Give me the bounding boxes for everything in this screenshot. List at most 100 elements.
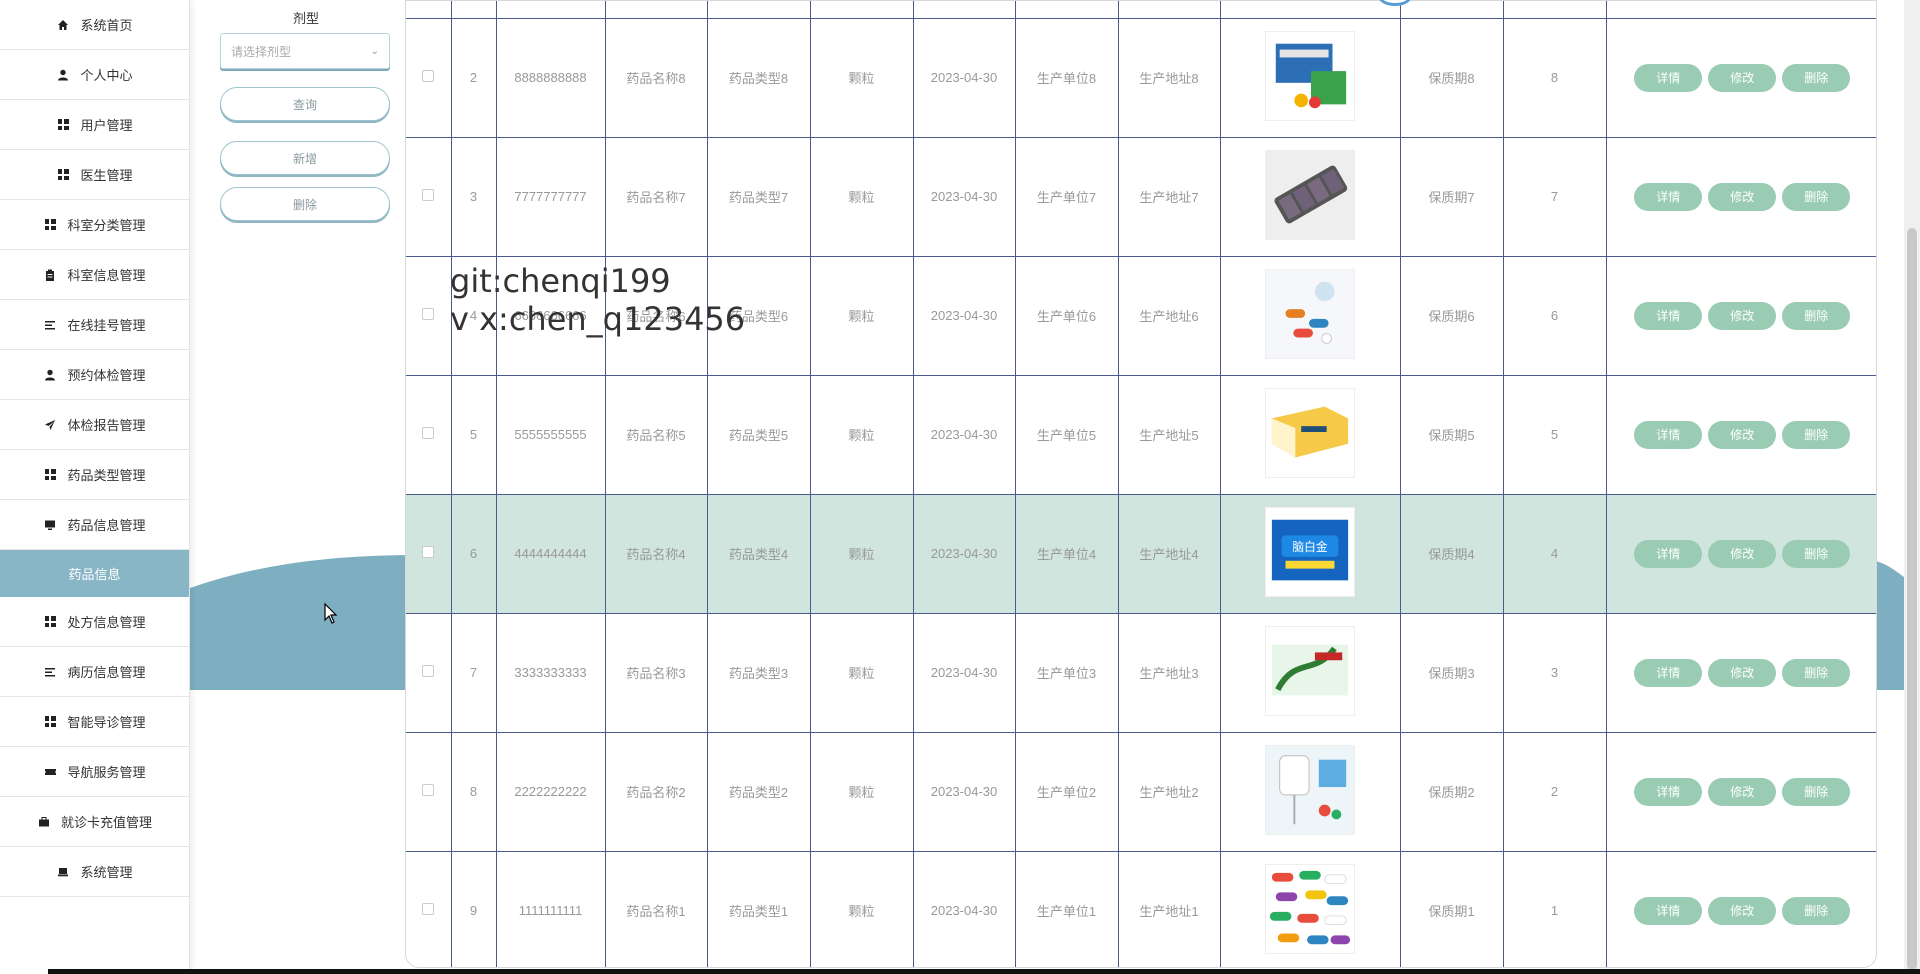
sidebar-item-label: 系统管理 [80,865,133,880]
sidebar-item-14[interactable]: 智能导诊管理 [0,697,189,747]
cell-type: 药品类型1 [707,851,811,967]
edit-button[interactable]: 修改 [1708,539,1777,568]
delete-button[interactable]: 删除 [1782,182,1851,211]
sidebar-item-6[interactable]: 在线挂号管理 [0,300,189,350]
sidebar-item-10[interactable]: 药品信息管理 [0,500,189,550]
row-checkbox[interactable] [422,546,435,558]
cell-date: 2023-04-30 [913,851,1016,967]
cell-operations: 详情 修改 删除 [1606,137,1876,257]
table-row: 7 3333333333 药品名称3 药品类型3 颗粒 2023-04-30 生产单位3 生产… [406,613,1876,733]
sidebar-item-label: 病历信息管理 [67,665,146,680]
row-checkbox[interactable] [422,308,435,320]
send-icon [43,418,57,432]
dosage-form-select[interactable]: 请选择剂型 ⌄ [220,33,390,69]
medicine-table: 2 8888888888 药品名称8 药品类型8 颗粒 2023-04-30 生产单位8 生产… [405,0,1877,968]
row-checkbox[interactable] [422,70,435,82]
sidebar-item-label: 药品类型管理 [67,468,146,483]
batch-delete-button[interactable]: 删除 [220,187,390,221]
edit-button[interactable]: 修改 [1708,777,1777,806]
detail-button[interactable]: 详情 [1634,63,1703,92]
sidebar-item-12[interactable]: 处方信息管理 [0,597,189,647]
detail-button[interactable]: 详情 [1634,420,1703,449]
row-checkbox-cell [406,137,452,257]
query-button[interactable]: 查询 [220,87,390,121]
row-checkbox[interactable] [422,903,435,915]
delete-button[interactable]: 删除 [1782,301,1851,330]
cell-image [1220,851,1401,967]
cell-shelf: 保质期8 [1400,18,1504,138]
cell-address: 生产地址2 [1118,732,1221,852]
mouse-cursor-icon [324,603,338,624]
grid-icon [56,118,70,132]
row-checkbox[interactable] [422,427,435,439]
briefcase-icon [37,815,51,829]
cell-stock: 7 [1503,137,1607,257]
yellow-box-photo [1265,388,1355,478]
add-button[interactable]: 新增 [220,141,390,175]
cell-date: 2023-04-30 [913,137,1016,257]
sidebar-item-8[interactable]: 体检报告管理 [0,400,189,450]
cell-stock: 3 [1503,613,1607,733]
cell-address: 生产地址3 [1118,613,1221,733]
sidebar-item-label: 个人中心 [80,68,133,83]
cell-shelf: 保质期6 [1400,256,1504,376]
sidebar-item-15[interactable]: 导航服务管理 [0,747,189,797]
delete-button[interactable]: 删除 [1782,63,1851,92]
sidebar-item-11[interactable]: 药品信息 [0,550,189,597]
edit-button[interactable]: 修改 [1708,658,1777,687]
cell-code: 5555555555 [496,375,606,495]
sidebar-item-3[interactable]: 医生管理 [0,150,189,200]
edit-button[interactable]: 修改 [1708,182,1777,211]
row-checkbox[interactable] [422,665,435,677]
cell-operations: 详情 修改 删除 [1606,613,1876,733]
sidebar-item-label: 智能导诊管理 [67,715,146,730]
delete-button[interactable]: 删除 [1782,420,1851,449]
sidebar-item-4[interactable]: 科室分类管理 [0,200,189,250]
sidebar-item-0[interactable]: 系统首页 [0,0,189,50]
cell-operations: 详情 修改 删除 [1606,851,1876,967]
delete-button[interactable]: 删除 [1782,896,1851,925]
cell-code: 7777777777 [496,137,606,257]
cell-operations: 详情 修改 删除 [1606,256,1876,376]
detail-button[interactable]: 详情 [1634,539,1703,568]
delete-button[interactable]: 删除 [1782,658,1851,687]
cell-image [1220,137,1401,257]
sidebar-item-17[interactable]: 系统管理 [0,847,189,897]
cell-type: 药品类型2 [707,732,811,852]
sidebar-item-1[interactable]: 个人中心 [0,50,189,100]
cell-form: 颗粒 [810,732,914,852]
delete-button[interactable]: 删除 [1782,539,1851,568]
sidebar-item-label: 预约体检管理 [67,368,146,383]
cell-code: 4444444444 [496,494,606,614]
cell-stock: 2 [1503,732,1607,852]
cell-image [1220,732,1401,852]
sidebar-item-16[interactable]: 就诊卡充值管理 [0,797,189,847]
row-checkbox-cell [406,613,452,733]
cell-shelf: 保质期5 [1400,375,1504,495]
watermark-line-1: git:chenqi199 [450,262,671,300]
edit-button[interactable]: 修改 [1708,63,1777,92]
edit-button[interactable]: 修改 [1708,896,1777,925]
scrollbar-thumb[interactable] [1907,228,1917,970]
cell-form: 颗粒 [810,18,914,138]
grid-icon [43,468,57,482]
sidebar-item-2[interactable]: 用户管理 [0,100,189,150]
cell-date: 2023-04-30 [913,375,1016,495]
detail-button[interactable]: 详情 [1634,777,1703,806]
detail-button[interactable]: 详情 [1634,896,1703,925]
sidebar-item-13[interactable]: 病历信息管理 [0,647,189,697]
cell-maker: 生产单位8 [1015,18,1119,138]
detail-button[interactable]: 详情 [1634,182,1703,211]
edit-button[interactable]: 修改 [1708,420,1777,449]
detail-button[interactable]: 详情 [1634,658,1703,687]
sidebar-item-9[interactable]: 药品类型管理 [0,450,189,500]
cell-name: 药品名称7 [605,137,708,257]
row-checkbox[interactable] [422,784,435,796]
edit-button[interactable]: 修改 [1708,301,1777,330]
row-checkbox-cell [406,851,452,967]
detail-button[interactable]: 详情 [1634,301,1703,330]
row-checkbox[interactable] [422,189,435,201]
sidebar-item-7[interactable]: 预约体检管理 [0,350,189,400]
delete-button[interactable]: 删除 [1782,777,1851,806]
sidebar-item-5[interactable]: 科室信息管理 [0,250,189,300]
